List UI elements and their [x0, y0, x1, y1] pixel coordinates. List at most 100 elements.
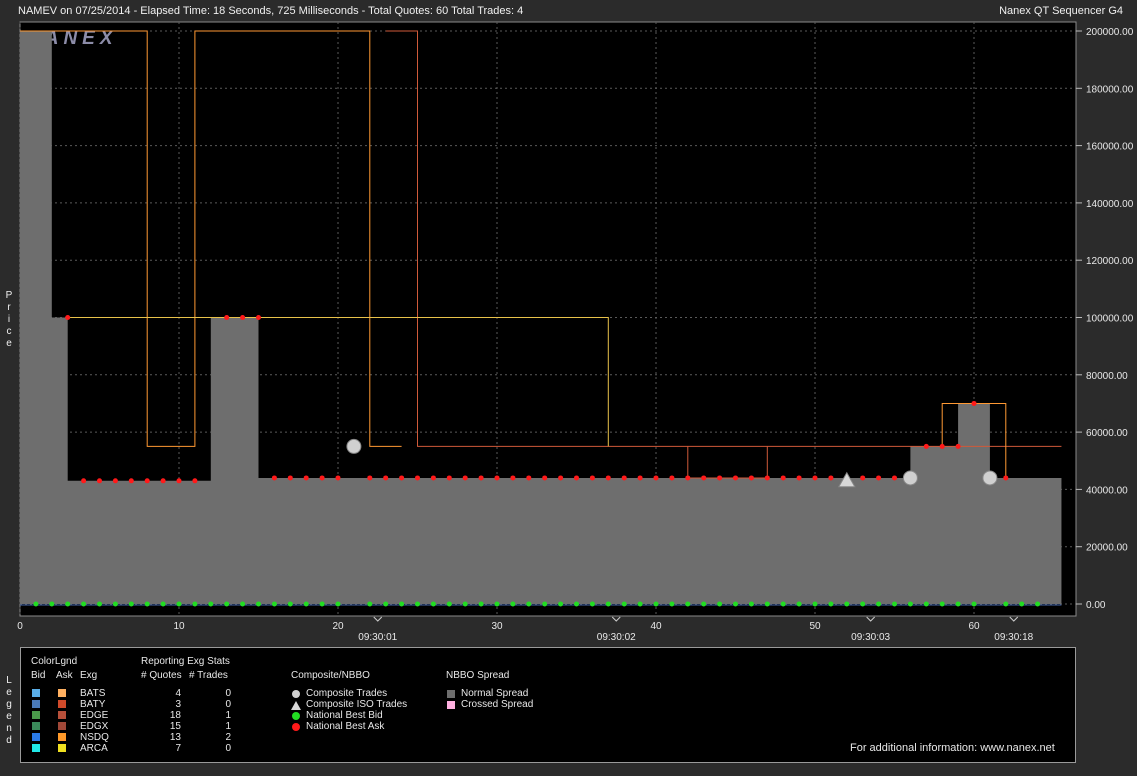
- nbbo-bid-point: [812, 601, 818, 607]
- nbbo-ask-point: [81, 478, 87, 484]
- nbbo-bid-point: [764, 601, 770, 607]
- nbbo-ask-point: [796, 475, 802, 481]
- nbbo-ask-point: [478, 475, 484, 481]
- nbbo-bid-point: [462, 601, 468, 607]
- national-best-bid-icon: [292, 712, 300, 720]
- nbbo-bid-point: [399, 601, 405, 607]
- x-tick-label: 0: [17, 621, 23, 632]
- nbbo-bid-point: [1019, 601, 1025, 607]
- crossed-spread-swatch: [447, 701, 455, 709]
- trades-column-header: # Trades: [189, 670, 228, 681]
- nbbo-bid-point: [780, 601, 786, 607]
- composite-iso-icon: [291, 701, 301, 710]
- time-marker-caret: [373, 616, 383, 622]
- colorlgnd-title: ColorLgnd: [31, 656, 78, 667]
- nbbo-ask-point: [430, 475, 436, 481]
- nbbo-ask-point: [685, 475, 691, 481]
- quote-count: 4: [175, 688, 181, 699]
- nbbo-ask-point: [160, 478, 166, 484]
- y-tick-label: 140000.00: [1086, 199, 1134, 210]
- nbbo-bid-point: [558, 601, 564, 607]
- nbbo-bid-point: [430, 601, 436, 607]
- nbbo-bid-point: [1035, 601, 1041, 607]
- exchange-name: ARCA: [80, 743, 108, 754]
- nbbo-bid-point: [319, 601, 325, 607]
- nbbo-ask-point: [621, 475, 627, 481]
- price-chart: NANEX0.0020000.0040000.0060000.0080000.0…: [17, 21, 1134, 643]
- ask-column-header: Ask: [56, 670, 73, 681]
- trade-count: 1: [225, 710, 231, 721]
- nbbo-ask-point: [1003, 475, 1009, 481]
- nbbo-bid-point: [256, 601, 261, 607]
- nbbo-ask-point: [224, 315, 230, 320]
- bid-color-swatch: [32, 689, 40, 697]
- nbbo-ask-point: [764, 475, 770, 481]
- nbbo-ask-point: [65, 315, 71, 320]
- composite-trade-marker: [902, 470, 918, 486]
- nbbo-ask-point: [462, 475, 468, 481]
- time-label: 09:30:18: [994, 632, 1033, 643]
- nbbo-ask-point: [812, 475, 818, 481]
- nbbo-ask-point: [287, 475, 293, 481]
- ask-color-swatch: [58, 733, 66, 741]
- time-label: 09:30:02: [597, 632, 636, 643]
- composite-trade-marker: [982, 470, 998, 486]
- nbbo-bid-point: [685, 601, 691, 607]
- nbbo-bid-point: [176, 601, 182, 607]
- nbbo-bid-point: [733, 601, 738, 607]
- nbbo-ask-point: [923, 443, 929, 449]
- nbbo-bid-point: [192, 601, 198, 607]
- nbbo-bid-point: [1003, 601, 1009, 607]
- national-best-ask-label: National Best Ask: [306, 721, 385, 732]
- nbbo-bid-point: [415, 601, 420, 607]
- nbbo-bid-point: [494, 601, 500, 607]
- nbbo-ask-point: [669, 475, 675, 481]
- nbbo-bid-point: [240, 601, 246, 607]
- legend-panel: ColorLgnd Bid Ask Exg Reporting Exg Stat…: [20, 647, 1076, 763]
- nbbo-bid-point: [271, 601, 277, 607]
- nbbo-ask-point: [176, 478, 182, 484]
- exchange-name: EDGE: [80, 710, 109, 721]
- nbbo-ask-point: [701, 475, 707, 481]
- nbbo-bid-point: [65, 601, 71, 607]
- nbbo-bid-point: [971, 601, 977, 607]
- nbbo-bid-point: [33, 601, 39, 607]
- nbbo-ask-point: [637, 475, 643, 481]
- exchange-name: BATS: [80, 688, 106, 699]
- quote-count: 3: [175, 699, 181, 710]
- y-tick-label: 160000.00: [1086, 142, 1134, 153]
- quotes-column-header: # Quotes: [141, 670, 182, 681]
- nbbo-ask-point: [589, 475, 595, 481]
- bid-color-swatch: [32, 700, 40, 708]
- nbbo-ask-point: [383, 475, 389, 481]
- time-label: 09:30:01: [358, 632, 397, 643]
- bid-color-swatch: [32, 711, 40, 719]
- trade-count: 1: [225, 721, 231, 732]
- normal-spread-label: Normal Spread: [461, 688, 529, 699]
- nbbo-bid-point: [510, 601, 516, 607]
- nbbo-ask-point: [828, 475, 834, 481]
- nbbo-bid-point: [717, 601, 723, 607]
- nbbo-ask-point: [303, 475, 309, 481]
- nbbo-bid-point: [844, 601, 850, 607]
- y-tick-label: 0.00: [1086, 600, 1106, 611]
- y-tick-label: 60000.00: [1086, 428, 1128, 439]
- nbbo-bid-point: [876, 601, 882, 607]
- composite-trade-marker: [346, 438, 362, 454]
- nbbo-ask-point: [605, 475, 611, 481]
- nbbo-ask-point: [558, 475, 564, 481]
- nbbo-ask-point: [526, 475, 532, 481]
- nbbo-bid-point: [112, 601, 118, 607]
- nbbo-bid-point: [144, 601, 150, 607]
- nbbo-ask-point: [335, 475, 341, 481]
- nbbo-bid-point: [748, 601, 754, 607]
- bid-color-swatch: [32, 744, 40, 752]
- nbbo-ask-point: [256, 315, 261, 320]
- nbbo-ask-point: [97, 478, 102, 484]
- legend-side-label: L e g e n d: [6, 675, 12, 746]
- nbbo-ask-point: [192, 478, 198, 484]
- nbbo-bid-point: [955, 601, 961, 607]
- nbbo-ask-point: [717, 475, 723, 481]
- bid-color-swatch: [32, 733, 40, 741]
- nbbo-bid-point: [97, 601, 102, 607]
